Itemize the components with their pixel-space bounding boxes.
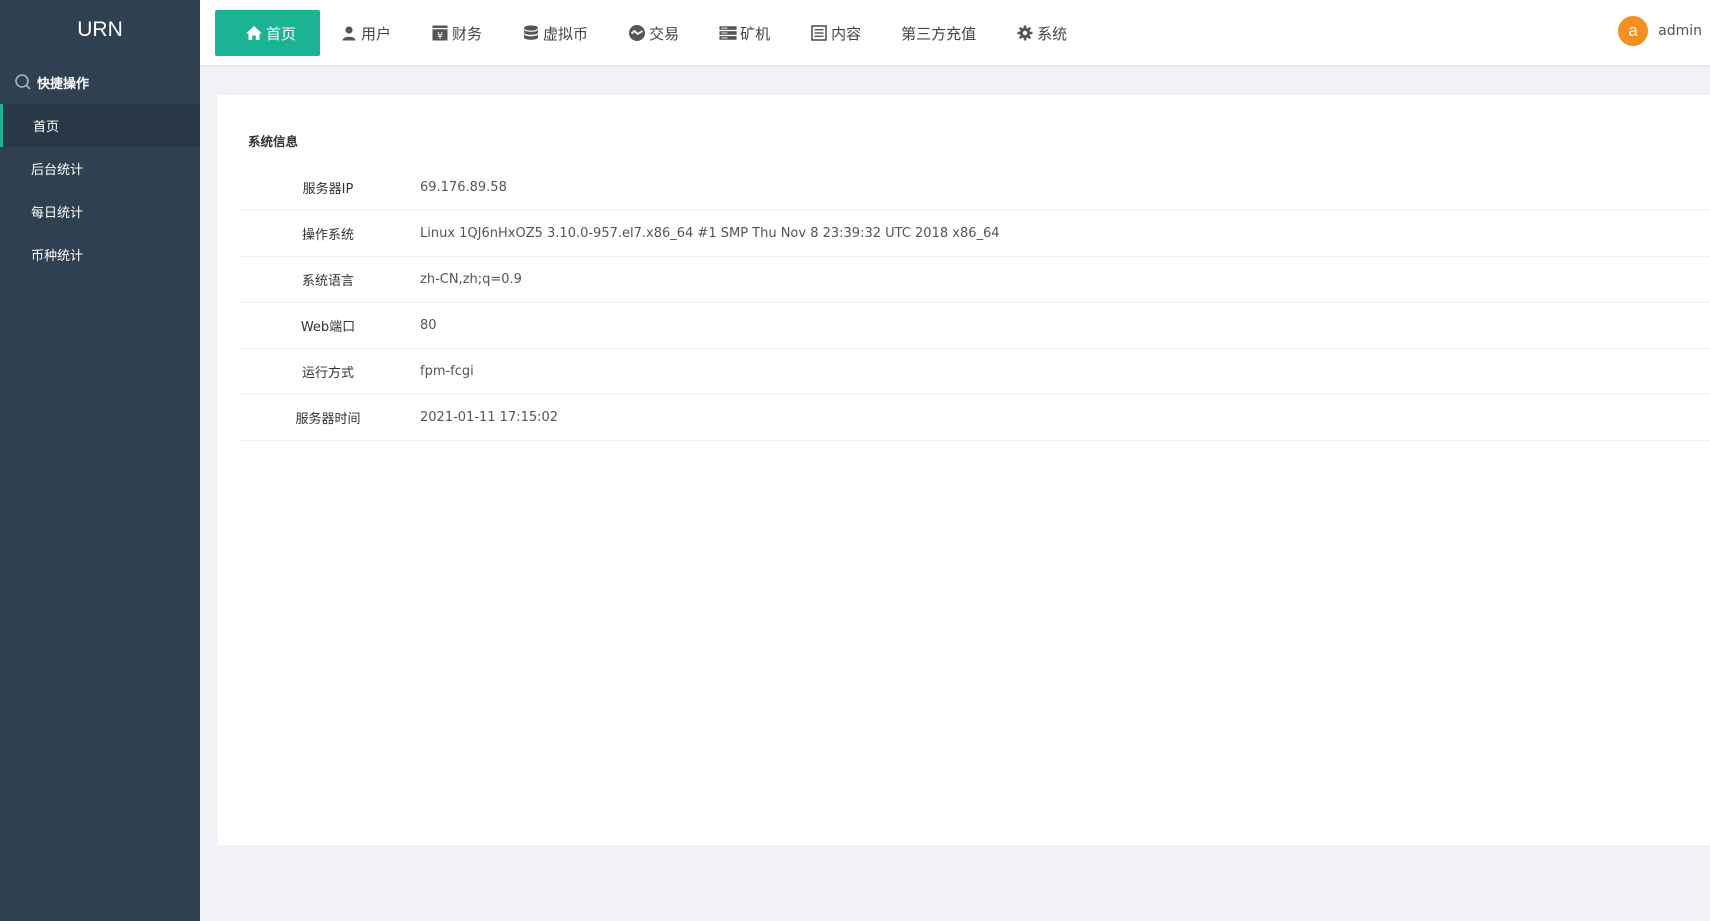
row-key: 操作系统 [301, 228, 354, 243]
quick-actions-header[interactable]: 快捷操作 [0, 60, 200, 104]
nav-label: 内容 [831, 24, 862, 43]
user-icon [340, 24, 358, 42]
sidebar-item-backend-stats[interactable]: 后台统计 [0, 147, 200, 190]
row-key: 服务器时间 [295, 412, 361, 427]
nav-virtual-currency[interactable]: 虚拟币 [502, 10, 608, 56]
yen-box-icon: ¥ [431, 24, 449, 42]
row-key: 运行方式 [301, 366, 354, 381]
nav-finance[interactable]: ¥ 财务 [411, 10, 502, 56]
table-row: 服务器时间 2021-01-11 17:15:02 [238, 395, 1710, 441]
sidebar-item-label: 每日统计 [31, 206, 84, 221]
row-key: 服务器IP [302, 182, 354, 197]
nav-label: 用户 [361, 24, 392, 43]
row-key: Web端口 [300, 320, 356, 335]
sidebar-item-label: 后台统计 [31, 163, 84, 178]
list-icon [810, 24, 828, 42]
top-navbar: 首页 用户 ¥ 财务 虚拟币 交易 矿机 内容 第三方充值 系统 a admin [200, 0, 1710, 65]
nav-label: 财务 [452, 24, 483, 43]
nav-label: 交易 [649, 24, 680, 43]
sidebar-item-daily-stats[interactable]: 每日统计 [0, 190, 200, 233]
database-icon [522, 24, 540, 42]
nav-mining[interactable]: 矿机 [699, 10, 790, 56]
table-row: 操作系统 Linux 1QJ6nHxOZ5 3.10.0-957.el7.x86… [238, 211, 1710, 257]
row-value: 80 [420, 318, 437, 333]
nav-third-party-recharge[interactable]: 第三方充值 [881, 10, 996, 56]
row-key: 系统语言 [301, 274, 354, 289]
table-row: 系统语言 zh-CN,zh;q=0.9 [238, 257, 1710, 303]
main-nav: 首页 用户 ¥ 财务 虚拟币 交易 矿机 内容 第三方充值 系统 [215, 10, 1087, 56]
user-name[interactable]: admin [1658, 23, 1702, 39]
row-value: 2021-01-11 17:15:02 [420, 410, 559, 425]
sidebar-item-label: 币种统计 [31, 249, 84, 264]
sidebar-item-label: 首页 [33, 120, 60, 135]
row-value: zh-CN,zh;q=0.9 [420, 272, 522, 287]
nav-label: 虚拟币 [543, 24, 589, 43]
table-row: 运行方式 fpm-fcgi [238, 349, 1710, 395]
home-icon [245, 24, 263, 42]
svg-text:¥: ¥ [437, 31, 443, 42]
sidebar-item-currency-stats[interactable]: 币种统计 [0, 233, 200, 276]
gear-icon [1016, 24, 1034, 42]
search-icon [14, 73, 32, 91]
app-logo: URN [77, 18, 123, 41]
sidebar: URN 快捷操作 首页 后台统计 每日统计 币种统计 [0, 0, 200, 921]
sidebar-item-home[interactable]: 首页 [0, 104, 200, 147]
nav-users[interactable]: 用户 [320, 10, 411, 56]
row-value: Linux 1QJ6nHxOZ5 3.10.0-957.el7.x86_64 #… [420, 226, 1000, 241]
exchange-icon [628, 24, 646, 42]
nav-label: 系统 [1037, 24, 1068, 43]
nav-label: 首页 [266, 24, 297, 43]
quick-actions-label: 快捷操作 [37, 76, 90, 92]
table-row: Web端口 80 [238, 303, 1710, 349]
nav-content[interactable]: 内容 [790, 10, 881, 56]
table-row: 服务器IP 69.176.89.58 [238, 165, 1710, 211]
nav-home[interactable]: 首页 [215, 10, 321, 56]
system-info-panel: 系统信息 服务器IP 69.176.89.58 操作系统 Linux 1QJ6n… [218, 95, 1710, 845]
avatar[interactable]: a [1618, 16, 1649, 46]
nav-trade[interactable]: 交易 [608, 10, 699, 56]
nav-system[interactable]: 系统 [996, 10, 1087, 56]
nav-label: 矿机 [740, 24, 771, 43]
server-icon [719, 24, 737, 42]
user-menu[interactable]: a admin [1618, 16, 1702, 46]
panel-title: 系统信息 [248, 134, 299, 149]
row-value: fpm-fcgi [420, 364, 474, 379]
system-info-table: 服务器IP 69.176.89.58 操作系统 Linux 1QJ6nHxOZ5… [238, 165, 1710, 441]
nav-label: 第三方充值 [901, 24, 977, 43]
row-value: 69.176.89.58 [420, 180, 507, 195]
